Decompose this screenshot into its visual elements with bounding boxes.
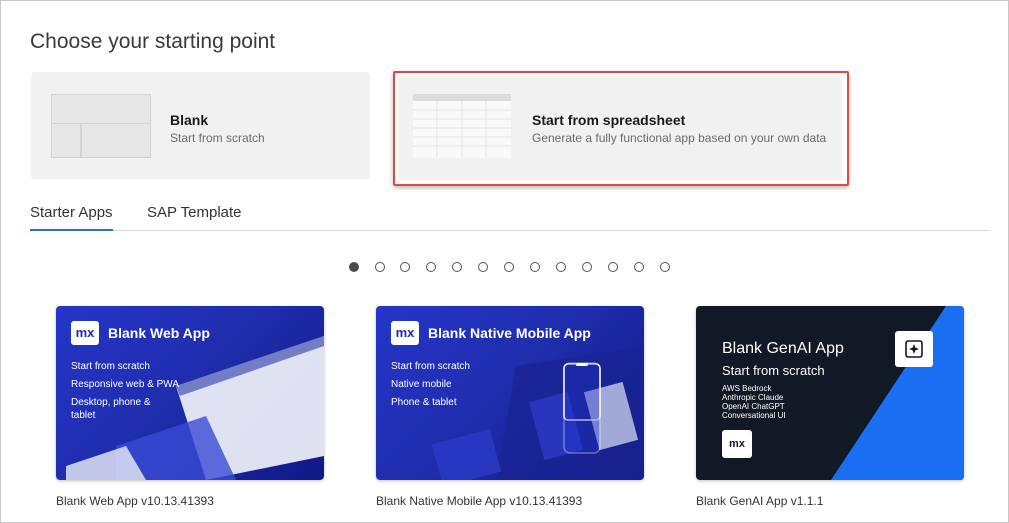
card-caption[interactable]: Blank Native Mobile App v10.13.41393 xyxy=(376,494,582,508)
carousel-dot[interactable] xyxy=(582,262,592,272)
card-feature: Start from scratch xyxy=(391,361,470,372)
spreadsheet-icon xyxy=(413,94,511,158)
page-title: Choose your starting point xyxy=(30,30,276,53)
tab-sap-template[interactable]: SAP Template xyxy=(147,204,242,229)
carousel-dot[interactable] xyxy=(452,262,462,272)
blank-layout-icon xyxy=(51,94,151,158)
carousel-dot[interactable] xyxy=(634,262,644,272)
card-feature: Phone & tablet xyxy=(391,397,457,408)
spreadsheet-option-description: Generate a fully functional app based on… xyxy=(532,131,827,145)
template-tabs: Starter Apps SAP Template xyxy=(30,200,990,231)
carousel-dot[interactable] xyxy=(660,262,670,272)
carousel-dot[interactable] xyxy=(375,262,385,272)
card-feature: AWS Bedrock xyxy=(722,384,772,393)
tab-starter-apps[interactable]: Starter Apps xyxy=(30,204,113,231)
carousel-dot[interactable] xyxy=(556,262,566,272)
spreadsheet-option[interactable]: Start from spreadsheet Generate a fully … xyxy=(398,76,842,180)
mx-logo-icon: mx xyxy=(391,321,419,345)
carousel-dot[interactable] xyxy=(400,262,410,272)
card-feature: Responsive web & PWA xyxy=(71,379,180,390)
mx-logo-icon: mx xyxy=(71,321,99,345)
card-heading: Blank Native Mobile App xyxy=(428,325,591,341)
card-feature: Conversational UI xyxy=(722,411,786,420)
card-blank-genai-app[interactable]: Blank GenAI App Start from scratch AWS B… xyxy=(696,306,964,480)
card-feature: Anthropic Claude xyxy=(722,393,784,402)
carousel-dot[interactable] xyxy=(608,262,618,272)
card-feature: OpenAI ChatGPT xyxy=(722,402,785,411)
mx-logo-icon: mx xyxy=(722,430,752,458)
spreadsheet-option-title: Start from spreadsheet xyxy=(532,112,686,128)
card-heading: Blank GenAI App xyxy=(722,340,844,357)
carousel-dot[interactable] xyxy=(349,262,359,272)
carousel-dot[interactable] xyxy=(504,262,514,272)
card-feature: Native mobile xyxy=(391,379,452,390)
card-blank-native-mobile-app[interactable]: mx Blank Native Mobile App Start from sc… xyxy=(376,306,644,480)
card-blank-web-app[interactable]: mx Blank Web App Start from scratch Resp… xyxy=(56,306,324,480)
card-feature: Desktop, phone & xyxy=(71,397,151,408)
blank-option-title: Blank xyxy=(170,112,209,128)
carousel-dot[interactable] xyxy=(426,262,436,272)
blank-option-description: Start from scratch xyxy=(170,131,265,145)
card-subheading: Start from scratch xyxy=(722,363,825,378)
ai-sparkle-icon xyxy=(895,331,933,367)
carousel-dot[interactable] xyxy=(478,262,488,272)
card-feature: tablet xyxy=(71,410,96,421)
card-feature: Start from scratch xyxy=(71,361,150,372)
card-heading: Blank Web App xyxy=(108,325,210,341)
card-caption[interactable]: Blank GenAI App v1.1.1 xyxy=(696,494,823,508)
card-caption[interactable]: Blank Web App v10.13.41393 xyxy=(56,494,214,508)
blank-option[interactable]: Blank Start from scratch xyxy=(31,72,370,179)
carousel-dot[interactable] xyxy=(530,262,540,272)
